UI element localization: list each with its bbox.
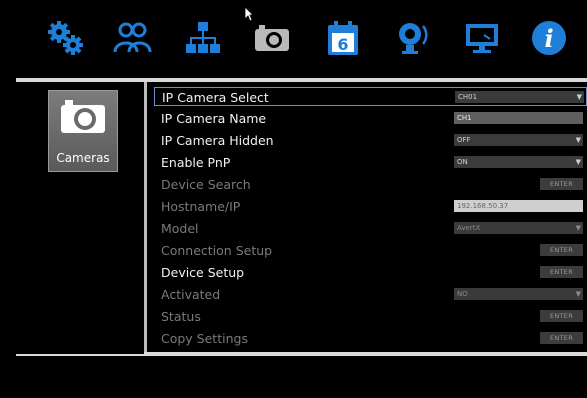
dropdown-value: ON — [457, 158, 468, 166]
copy-settings-enter-button[interactable]: ENTER — [540, 332, 583, 344]
alarm-icon[interactable] — [392, 18, 432, 58]
settings-list: IP Camera Select CH01 ▼ IP Camera Name C… — [154, 87, 587, 355]
row-ip-camera-name[interactable]: IP Camera Name CH1 — [154, 109, 587, 131]
row-activated: Activated NO ▼ — [154, 285, 587, 307]
row-label: IP Camera Name — [161, 111, 267, 126]
calendar-icon[interactable]: 6 — [323, 18, 363, 58]
chevron-down-icon: ▼ — [575, 290, 581, 298]
field-value: 192.168.50.37 — [457, 202, 509, 210]
ip-camera-select-dropdown[interactable]: CH01 ▼ — [455, 91, 584, 103]
mouse-cursor-icon — [244, 6, 254, 22]
top-toolbar: 6 i — [0, 0, 587, 75]
cameras-tile[interactable]: Cameras — [48, 90, 118, 172]
chevron-down-icon: ▼ — [575, 224, 581, 232]
network-icon[interactable] — [183, 18, 223, 58]
row-connection-setup: Connection Setup ENTER — [154, 241, 587, 263]
gears-icon[interactable] — [46, 18, 86, 58]
row-label: Hostname/IP — [161, 199, 241, 214]
row-label: Device Setup — [161, 265, 245, 280]
row-device-search: Device Search ENTER — [154, 175, 587, 197]
row-enable-pnp[interactable]: Enable PnP ON ▼ — [154, 153, 587, 175]
status-enter-button[interactable]: ENTER — [540, 310, 583, 322]
hostname-ip-field[interactable]: 192.168.50.37 — [454, 200, 583, 212]
dropdown-value: NO — [457, 290, 468, 298]
monitor-icon[interactable] — [462, 18, 502, 58]
ip-camera-name-field[interactable]: CH1 — [454, 112, 583, 124]
row-copy-settings: Copy Settings ENTER — [154, 329, 587, 351]
chevron-down-icon: ▼ — [575, 158, 581, 166]
row-ip-camera-select[interactable]: IP Camera Select CH01 ▼ — [154, 87, 587, 106]
row-device-setup[interactable]: Device Setup ENTER — [154, 263, 587, 285]
row-label: IP Camera Select — [162, 90, 269, 105]
dropdown-value: CH01 — [458, 93, 478, 101]
row-label: IP Camera Hidden — [161, 133, 274, 148]
enable-pnp-dropdown[interactable]: ON ▼ — [454, 156, 583, 168]
users-icon[interactable] — [112, 18, 152, 58]
cameras-tile-label: Cameras — [56, 151, 110, 165]
device-setup-enter-button[interactable]: ENTER — [540, 266, 583, 278]
activated-dropdown[interactable]: NO ▼ — [454, 288, 583, 300]
row-label: Status — [161, 309, 201, 324]
info-glyph: i — [544, 24, 553, 53]
chevron-down-icon: ▼ — [575, 136, 581, 144]
field-value: CH1 — [457, 114, 472, 122]
row-ip-camera-hidden[interactable]: IP Camera Hidden OFF ▼ — [154, 131, 587, 153]
chevron-down-icon: ▼ — [576, 93, 582, 101]
device-search-enter-button[interactable]: ENTER — [540, 178, 583, 190]
row-model: Model AvertX ▼ — [154, 219, 587, 241]
camera-icon[interactable] — [252, 18, 292, 58]
left-panel: Cameras — [16, 82, 144, 354]
row-label: Copy Settings — [161, 331, 248, 346]
frame-divider — [144, 82, 147, 352]
row-label: Device Search — [161, 177, 251, 192]
camera-icon — [61, 100, 105, 133]
row-status: Status ENTER — [154, 307, 587, 329]
row-label: Enable PnP — [161, 155, 231, 170]
row-label: Connection Setup — [161, 243, 273, 258]
ip-camera-hidden-dropdown[interactable]: OFF ▼ — [454, 134, 583, 146]
calendar-day-number: 6 — [337, 35, 348, 54]
connection-setup-enter-button[interactable]: ENTER — [540, 244, 583, 256]
row-label: Model — [161, 221, 199, 236]
model-dropdown[interactable]: AvertX ▼ — [454, 222, 583, 234]
dropdown-value: AvertX — [457, 224, 481, 232]
dropdown-value: OFF — [457, 136, 471, 144]
row-label: Activated — [161, 287, 221, 302]
info-icon[interactable]: i — [529, 18, 569, 58]
row-hostname-ip: Hostname/IP 192.168.50.37 — [154, 197, 587, 219]
